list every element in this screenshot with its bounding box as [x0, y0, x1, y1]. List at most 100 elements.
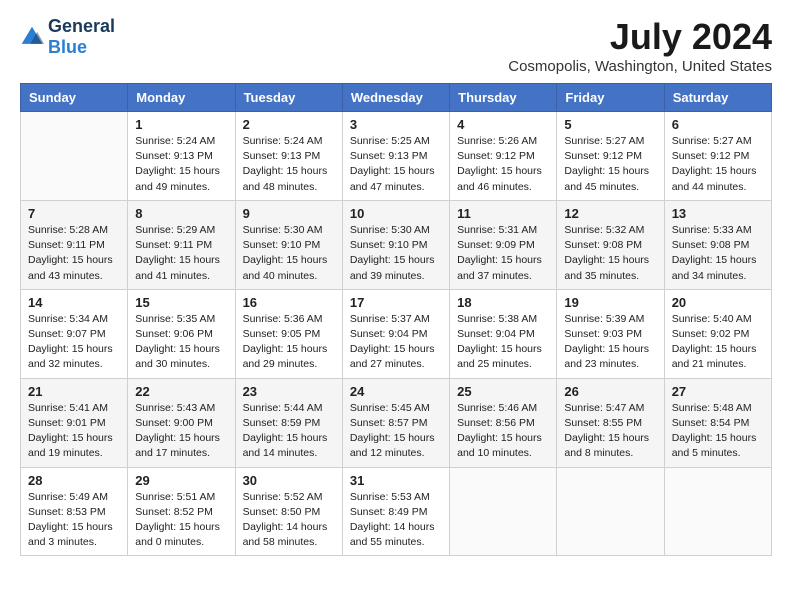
- day-number: 27: [672, 384, 764, 399]
- calendar-header-saturday: Saturday: [664, 84, 771, 112]
- day-info: Sunrise: 5:49 AM Sunset: 8:53 PM Dayligh…: [28, 490, 120, 551]
- calendar-cell: 21 Sunrise: 5:41 AM Sunset: 9:01 PM Dayli…: [21, 378, 128, 467]
- calendar-header-monday: Monday: [128, 84, 235, 112]
- day-number: 16: [243, 295, 335, 310]
- calendar-table: SundayMondayTuesdayWednesdayThursdayFrid…: [20, 83, 772, 556]
- day-info: Sunrise: 5:34 AM Sunset: 9:07 PM Dayligh…: [28, 312, 120, 373]
- day-info: Sunrise: 5:24 AM Sunset: 9:13 PM Dayligh…: [243, 134, 335, 195]
- day-info: Sunrise: 5:24 AM Sunset: 9:13 PM Dayligh…: [135, 134, 227, 195]
- calendar-cell: 12 Sunrise: 5:32 AM Sunset: 9:08 PM Dayli…: [557, 200, 664, 289]
- calendar-cell: 16 Sunrise: 5:36 AM Sunset: 9:05 PM Dayli…: [235, 289, 342, 378]
- day-number: 8: [135, 206, 227, 221]
- calendar-header-sunday: Sunday: [21, 84, 128, 112]
- day-info: Sunrise: 5:35 AM Sunset: 9:06 PM Dayligh…: [135, 312, 227, 373]
- calendar-cell: [450, 467, 557, 556]
- calendar-cell: 28 Sunrise: 5:49 AM Sunset: 8:53 PM Dayli…: [21, 467, 128, 556]
- day-info: Sunrise: 5:30 AM Sunset: 9:10 PM Dayligh…: [243, 223, 335, 284]
- day-info: Sunrise: 5:44 AM Sunset: 8:59 PM Dayligh…: [243, 401, 335, 462]
- day-info: Sunrise: 5:37 AM Sunset: 9:04 PM Dayligh…: [350, 312, 442, 373]
- day-info: Sunrise: 5:27 AM Sunset: 9:12 PM Dayligh…: [672, 134, 764, 195]
- title-area: July 2024 Cosmopolis, Washington, United…: [508, 16, 772, 75]
- day-number: 4: [457, 117, 549, 132]
- main-title: July 2024: [508, 16, 772, 58]
- day-number: 10: [350, 206, 442, 221]
- day-info: Sunrise: 5:26 AM Sunset: 9:12 PM Dayligh…: [457, 134, 549, 195]
- day-info: Sunrise: 5:45 AM Sunset: 8:57 PM Dayligh…: [350, 401, 442, 462]
- day-number: 7: [28, 206, 120, 221]
- logo-general: General: [48, 16, 115, 36]
- day-number: 18: [457, 295, 549, 310]
- calendar-cell: 31 Sunrise: 5:53 AM Sunset: 8:49 PM Dayli…: [342, 467, 449, 556]
- calendar-cell: 17 Sunrise: 5:37 AM Sunset: 9:04 PM Dayli…: [342, 289, 449, 378]
- day-number: 12: [564, 206, 656, 221]
- day-number: 30: [243, 473, 335, 488]
- day-number: 17: [350, 295, 442, 310]
- logo-text: General Blue: [48, 16, 115, 58]
- calendar-cell: 1 Sunrise: 5:24 AM Sunset: 9:13 PM Daylig…: [128, 112, 235, 201]
- day-number: 15: [135, 295, 227, 310]
- day-info: Sunrise: 5:51 AM Sunset: 8:52 PM Dayligh…: [135, 490, 227, 551]
- day-number: 11: [457, 206, 549, 221]
- calendar-cell: [21, 112, 128, 201]
- day-number: 28: [28, 473, 120, 488]
- logo: General Blue: [20, 16, 115, 58]
- day-number: 14: [28, 295, 120, 310]
- subtitle: Cosmopolis, Washington, United States: [508, 58, 772, 75]
- day-info: Sunrise: 5:33 AM Sunset: 9:08 PM Dayligh…: [672, 223, 764, 284]
- calendar-cell: 23 Sunrise: 5:44 AM Sunset: 8:59 PM Dayli…: [235, 378, 342, 467]
- calendar-cell: 13 Sunrise: 5:33 AM Sunset: 9:08 PM Dayli…: [664, 200, 771, 289]
- calendar-cell: 25Sunrise: 5:46 AM Sunset: 8:56 PM Dayli…: [450, 378, 557, 467]
- calendar-cell: 4 Sunrise: 5:26 AM Sunset: 9:12 PM Daylig…: [450, 112, 557, 201]
- day-info: Sunrise: 5:53 AM Sunset: 8:49 PM Dayligh…: [350, 490, 442, 551]
- day-number: 23: [243, 384, 335, 399]
- day-info: Sunrise: 5:25 AM Sunset: 9:13 PM Dayligh…: [350, 134, 442, 195]
- calendar-cell: 29Sunrise: 5:51 AM Sunset: 8:52 PM Dayli…: [128, 467, 235, 556]
- calendar-cell: 18 Sunrise: 5:38 AM Sunset: 9:04 PM Dayli…: [450, 289, 557, 378]
- calendar-header-row: SundayMondayTuesdayWednesdayThursdayFrid…: [21, 84, 772, 112]
- calendar-week-row: 7Sunrise: 5:28 AM Sunset: 9:11 PM Daylig…: [21, 200, 772, 289]
- day-info: Sunrise: 5:30 AM Sunset: 9:10 PM Dayligh…: [350, 223, 442, 284]
- logo-icon: [20, 25, 44, 49]
- calendar-cell: 19 Sunrise: 5:39 AM Sunset: 9:03 PM Dayli…: [557, 289, 664, 378]
- day-info: Sunrise: 5:48 AM Sunset: 8:54 PM Dayligh…: [672, 401, 764, 462]
- calendar-week-row: 1 Sunrise: 5:24 AM Sunset: 9:13 PM Daylig…: [21, 112, 772, 201]
- day-info: Sunrise: 5:41 AM Sunset: 9:01 PM Dayligh…: [28, 401, 120, 462]
- calendar-cell: 27 Sunrise: 5:48 AM Sunset: 8:54 PM Dayli…: [664, 378, 771, 467]
- day-info: Sunrise: 5:31 AM Sunset: 9:09 PM Dayligh…: [457, 223, 549, 284]
- calendar-cell: 9 Sunrise: 5:30 AM Sunset: 9:10 PM Daylig…: [235, 200, 342, 289]
- calendar-cell: 14 Sunrise: 5:34 AM Sunset: 9:07 PM Dayli…: [21, 289, 128, 378]
- day-info: Sunrise: 5:27 AM Sunset: 9:12 PM Dayligh…: [564, 134, 656, 195]
- calendar-header-friday: Friday: [557, 84, 664, 112]
- page-header: General Blue July 2024 Cosmopolis, Washi…: [20, 16, 772, 75]
- calendar-cell: 20 Sunrise: 5:40 AM Sunset: 9:02 PM Dayli…: [664, 289, 771, 378]
- day-number: 13: [672, 206, 764, 221]
- day-info: Sunrise: 5:52 AM Sunset: 8:50 PM Dayligh…: [243, 490, 335, 551]
- day-number: 26: [564, 384, 656, 399]
- calendar-cell: 2 Sunrise: 5:24 AM Sunset: 9:13 PM Daylig…: [235, 112, 342, 201]
- calendar-cell: 15 Sunrise: 5:35 AM Sunset: 9:06 PM Dayli…: [128, 289, 235, 378]
- calendar-cell: 6Sunrise: 5:27 AM Sunset: 9:12 PM Daylig…: [664, 112, 771, 201]
- day-number: 2: [243, 117, 335, 132]
- calendar-header-thursday: Thursday: [450, 84, 557, 112]
- day-number: 20: [672, 295, 764, 310]
- day-info: Sunrise: 5:36 AM Sunset: 9:05 PM Dayligh…: [243, 312, 335, 373]
- calendar-week-row: 14 Sunrise: 5:34 AM Sunset: 9:07 PM Dayli…: [21, 289, 772, 378]
- day-number: 31: [350, 473, 442, 488]
- day-info: Sunrise: 5:40 AM Sunset: 9:02 PM Dayligh…: [672, 312, 764, 373]
- calendar-cell: 30 Sunrise: 5:52 AM Sunset: 8:50 PM Dayli…: [235, 467, 342, 556]
- day-number: 19: [564, 295, 656, 310]
- day-number: 25: [457, 384, 549, 399]
- calendar-cell: [664, 467, 771, 556]
- day-info: Sunrise: 5:39 AM Sunset: 9:03 PM Dayligh…: [564, 312, 656, 373]
- day-number: 1: [135, 117, 227, 132]
- calendar-header-wednesday: Wednesday: [342, 84, 449, 112]
- day-info: Sunrise: 5:32 AM Sunset: 9:08 PM Dayligh…: [564, 223, 656, 284]
- day-number: 24: [350, 384, 442, 399]
- calendar-cell: 22Sunrise: 5:43 AM Sunset: 9:00 PM Dayli…: [128, 378, 235, 467]
- day-info: Sunrise: 5:38 AM Sunset: 9:04 PM Dayligh…: [457, 312, 549, 373]
- day-number: 21: [28, 384, 120, 399]
- calendar-cell: 10 Sunrise: 5:30 AM Sunset: 9:10 PM Dayli…: [342, 200, 449, 289]
- calendar-header-tuesday: Tuesday: [235, 84, 342, 112]
- day-number: 9: [243, 206, 335, 221]
- calendar-week-row: 21 Sunrise: 5:41 AM Sunset: 9:01 PM Dayli…: [21, 378, 772, 467]
